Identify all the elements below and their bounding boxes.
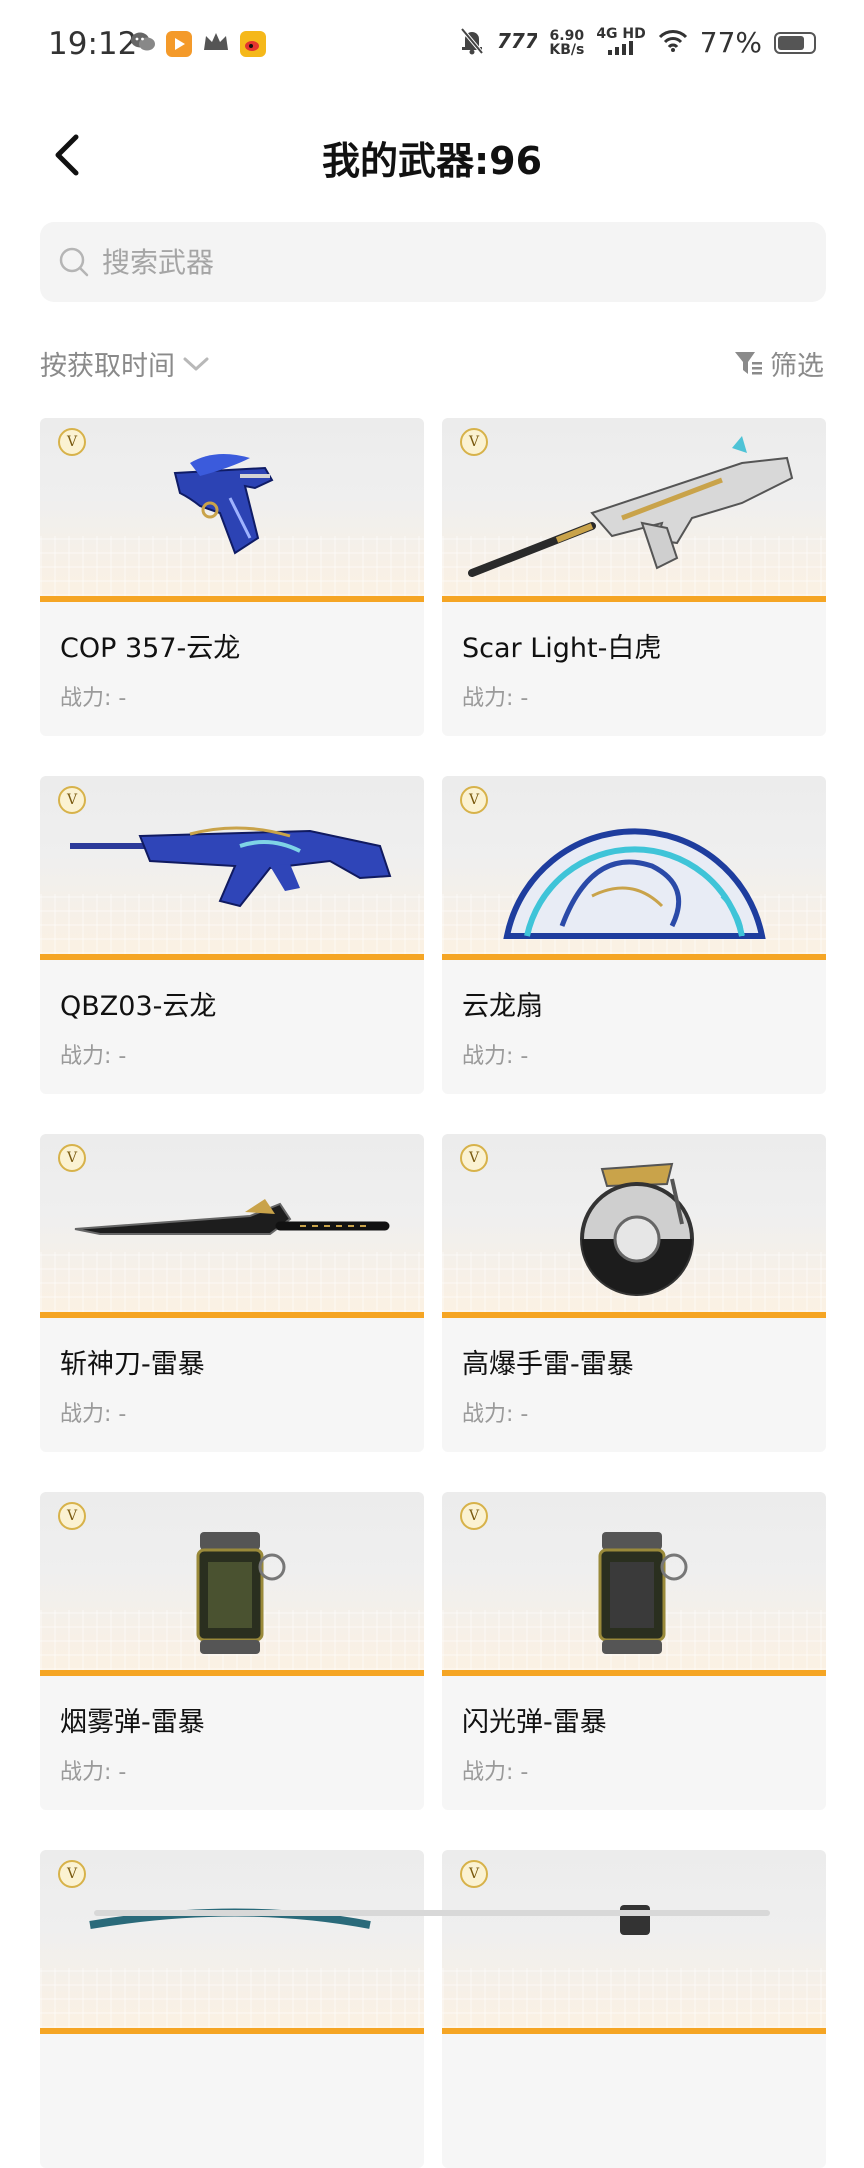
weapon-grid: V COP 357-云龙 战力: - V Scar Light-白虎 战力: -… [40, 418, 826, 2168]
weapon-name: 斩神刀-雷暴 [60, 1349, 205, 1380]
weapon-name: COP 357-云龙 [60, 633, 241, 664]
page-title: 我的武器:96 [321, 139, 543, 183]
smoke-grenade-icon [196, 1532, 286, 1654]
weapon-partial-icon [620, 1905, 650, 1935]
weibo-icon [240, 31, 266, 57]
weapon-card[interactable]: V Scar Light-白虎 战力: - [442, 418, 826, 736]
grenade-icon [580, 1162, 694, 1296]
battery-percent: 77% [699, 26, 762, 59]
flash-grenade-icon [598, 1532, 688, 1654]
weapon-name: Scar Light-白虎 [462, 633, 662, 664]
weapon-power: 战力: - [462, 1760, 529, 1785]
weapon-partial-icon [89, 1908, 371, 1929]
battery-level [778, 35, 805, 50]
search-input[interactable] [100, 244, 784, 280]
v-badge-icon: V [460, 428, 488, 456]
network-type: 4G HD [596, 26, 646, 42]
video-app-icon [166, 31, 192, 57]
v-badge-icon: V [460, 1144, 488, 1172]
sort-dropdown[interactable]: 按获取时间 [40, 344, 211, 383]
carrier-logo-icon: 777 [497, 29, 539, 55]
v-badge-icon: V [58, 428, 86, 456]
v-badge-icon: V [460, 1502, 488, 1530]
filter-button[interactable]: 筛选 [734, 344, 824, 383]
weapon-power: 战力: - [60, 1044, 127, 1069]
weapon-name: 闪光弹-雷暴 [462, 1707, 607, 1738]
v-badge-icon: V [460, 1860, 488, 1888]
mobile-signal: 4G HD [596, 26, 646, 58]
weapon-name: 高爆手雷-雷暴 [462, 1349, 634, 1380]
weapon-power: 战力: - [462, 686, 529, 711]
weapon-thumbnail: V [40, 1492, 424, 1676]
status-time: 19:12 [48, 26, 138, 62]
search-icon [59, 247, 89, 277]
home-indicator[interactable] [94, 1910, 770, 1916]
weapon-card[interactable]: V 斩神刀-雷暴 战力: - [40, 1134, 424, 1452]
signal-bars-icon [608, 41, 634, 55]
weapon-thumbnail: V [40, 1134, 424, 1318]
weapon-card[interactable]: V COP 357-云龙 战力: - [40, 418, 424, 736]
notification-icons [130, 30, 266, 58]
svg-text:777: 777 [497, 31, 537, 51]
v-badge-icon: V [58, 1144, 86, 1172]
pistol-icon [173, 454, 274, 555]
v-badge-icon: V [58, 1502, 86, 1530]
weapon-power: 战力: - [462, 1044, 529, 1069]
rifle-icon [70, 826, 392, 908]
filter-label: 筛选 [770, 351, 824, 382]
weapon-thumbnail: V [442, 1492, 826, 1676]
weapon-thumbnail: V [442, 1134, 826, 1318]
weapon-thumbnail: V [442, 776, 826, 960]
chevron-down-icon [183, 357, 209, 370]
v-badge-icon: V [58, 1860, 86, 1888]
mute-bell-icon [459, 27, 485, 59]
weapon-power: 战力: - [60, 1402, 127, 1427]
weapon-card[interactable]: V [442, 1850, 826, 2168]
blade-icon [74, 1199, 390, 1235]
sort-label: 按获取时间 [40, 351, 175, 382]
weapon-card[interactable]: V [40, 1850, 424, 2168]
page-header: 我的武器:96 [0, 110, 864, 200]
net-speed-unit: KB/s [549, 41, 585, 58]
weapon-card[interactable]: V 高爆手雷-雷暴 战力: - [442, 1134, 826, 1452]
weapon-thumbnail: V [442, 1850, 826, 2034]
weapon-name: 烟雾弹-雷暴 [60, 1707, 205, 1738]
battery-icon [774, 31, 816, 54]
crown-icon [202, 30, 230, 58]
status-bar: 19:12 777 6.90 KB/s 4G HD 77% [0, 0, 864, 92]
filter-icon [735, 351, 762, 374]
wifi-icon [658, 29, 688, 57]
weapon-card[interactable]: V 闪光弹-雷暴 战力: - [442, 1492, 826, 1810]
weapon-card[interactable]: V QBZ03-云龙 战力: - [40, 776, 424, 1094]
weapon-power: 战力: - [60, 1760, 127, 1785]
network-speed: 6.90 KB/s [549, 29, 584, 57]
v-badge-icon: V [460, 786, 488, 814]
wechat-icon [130, 30, 156, 58]
fan-icon [503, 828, 766, 939]
weapon-thumbnail: V [40, 418, 424, 602]
weapon-thumbnail: V [442, 418, 826, 602]
rifle-icon [468, 436, 794, 577]
weapon-thumbnail: V [40, 1850, 424, 2034]
v-badge-icon: V [58, 786, 86, 814]
weapon-name: 云龙扇 [462, 991, 543, 1022]
system-icons: 777 6.90 KB/s 4G HD 77% [459, 26, 816, 59]
weapon-power: 战力: - [462, 1402, 529, 1427]
weapon-thumbnail: V [40, 776, 424, 960]
weapon-card[interactable]: V 烟雾弹-雷暴 战力: - [40, 1492, 424, 1810]
weapon-power: 战力: - [60, 686, 127, 711]
search-bar[interactable] [40, 222, 826, 302]
weapon-name: QBZ03-云龙 [60, 991, 217, 1022]
weapon-card[interactable]: V 云龙扇 战力: - [442, 776, 826, 1094]
